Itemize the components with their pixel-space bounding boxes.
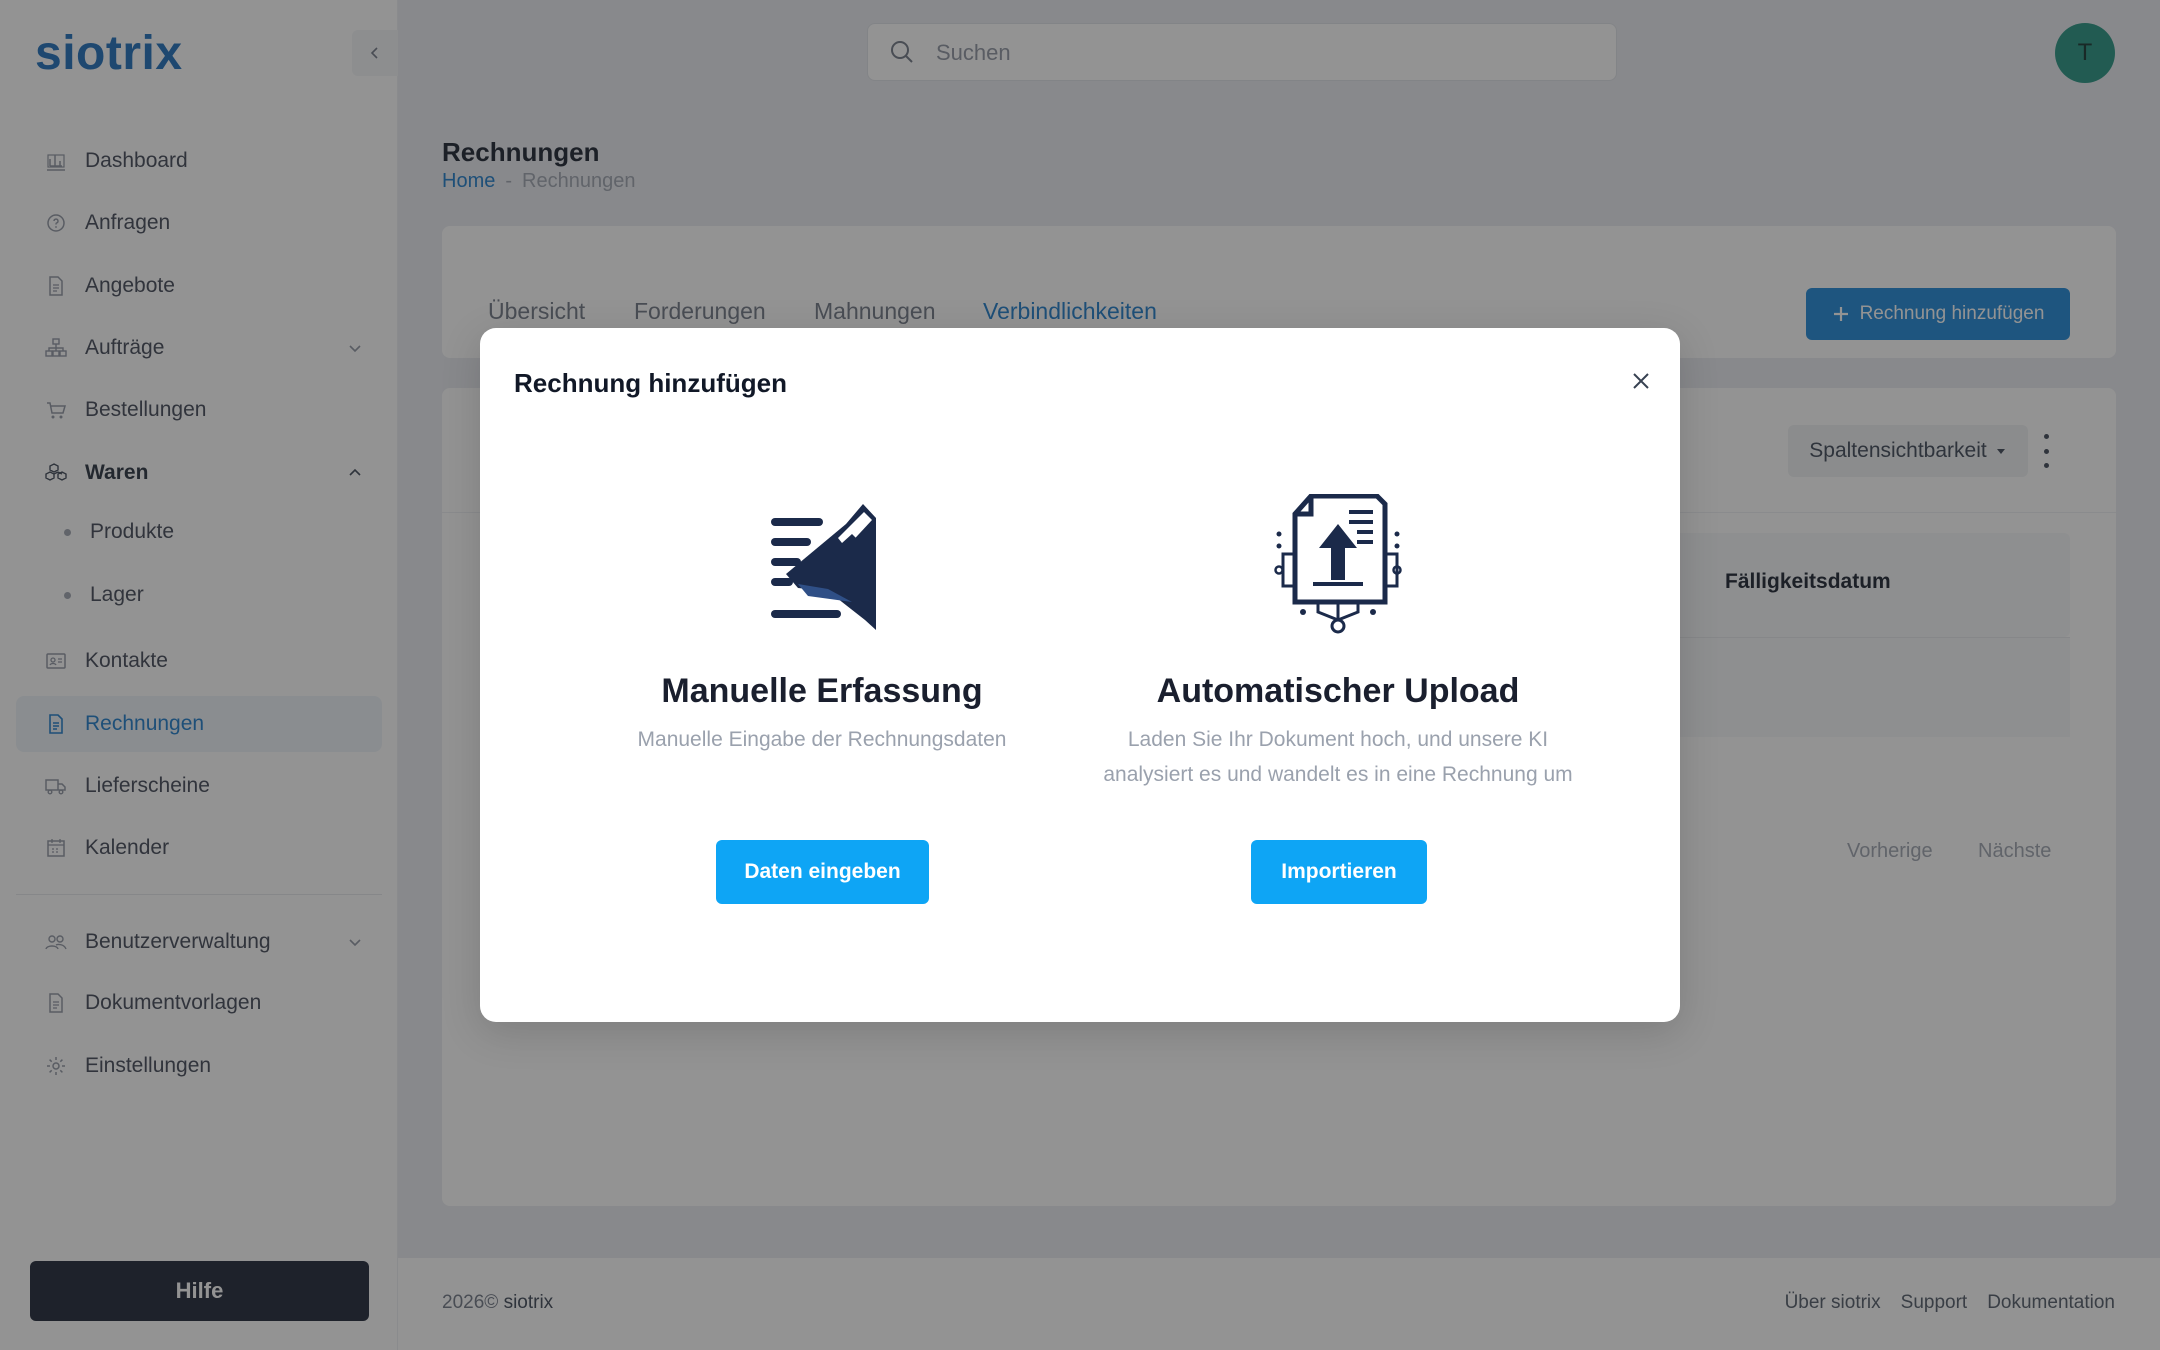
enter-data-button[interactable]: Daten eingeben [716,840,929,904]
auto-upload-description: Laden Sie Ihr Dokument hoch, und unsere … [1078,722,1598,792]
close-icon[interactable] [1628,368,1654,394]
document-upload-icon [1274,494,1402,634]
manual-entry-title: Manuelle Erfassung [661,672,983,710]
import-button[interactable]: Importieren [1251,840,1427,904]
auto-upload-title: Automatischer Upload [1156,672,1520,710]
add-invoice-modal: Rechnung hinzufügen Manuelle Erfassung M… [480,328,1680,1022]
modal-title: Rechnung hinzufügen [514,368,787,398]
auto-upload-description-line2: analysiert es und wandelt es in eine Rec… [1103,763,1573,786]
manual-entry-icon [771,504,876,630]
manual-entry-description: Manuelle Eingabe der Rechnungsdaten [637,728,1007,751]
auto-upload-description-line1: Laden Sie Ihr Dokument hoch, und unsere … [1127,728,1549,751]
